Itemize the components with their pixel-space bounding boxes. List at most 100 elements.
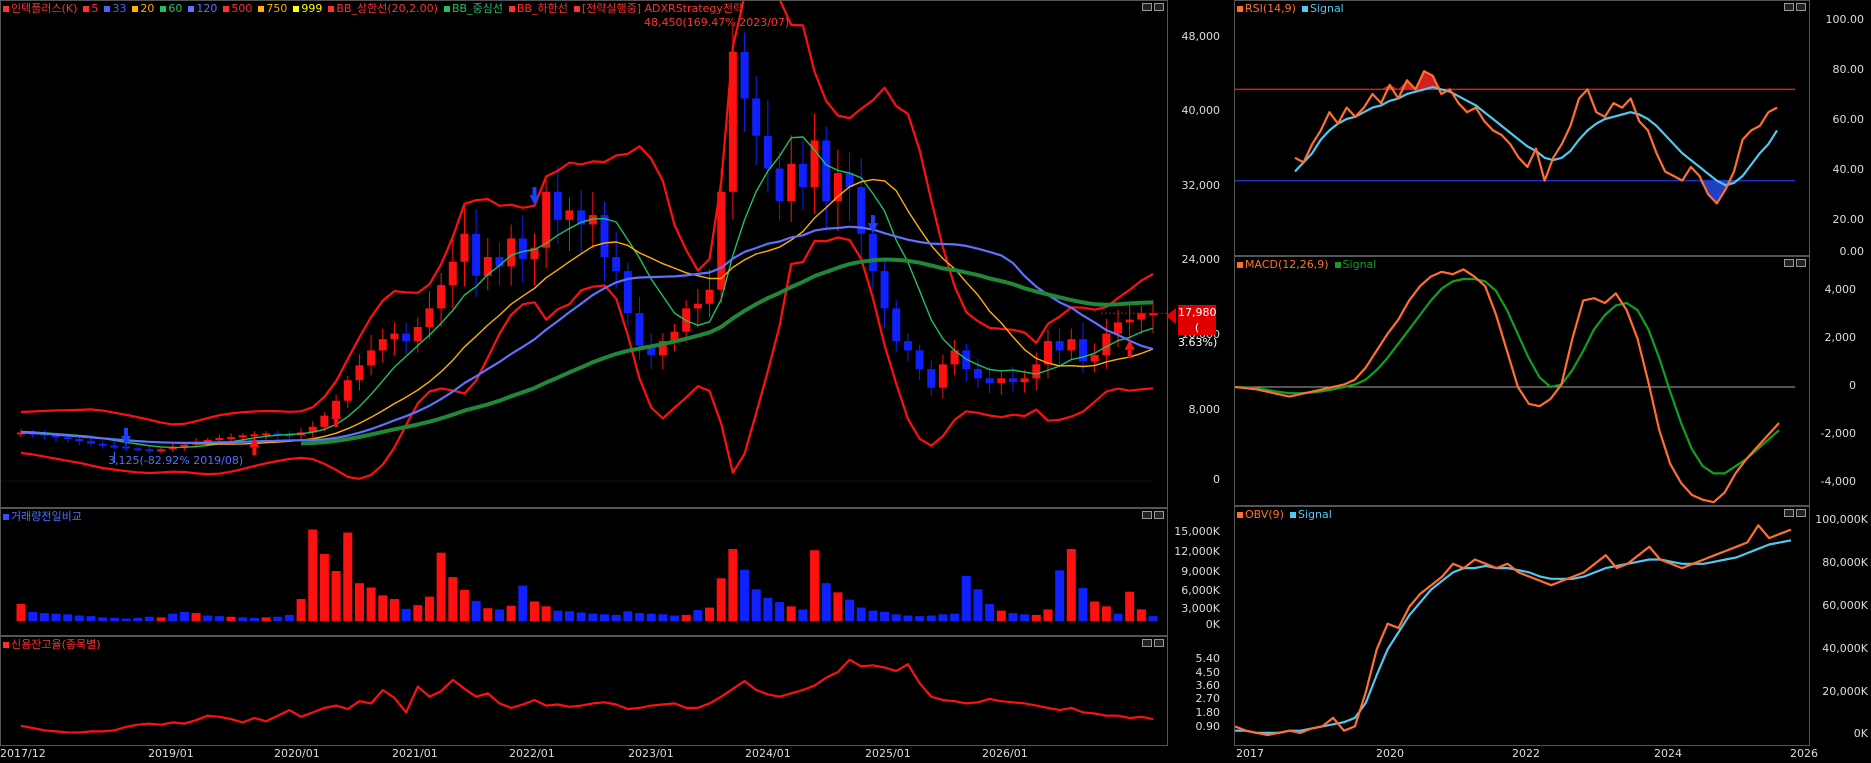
y-tick-label: 48,000 — [1181, 30, 1221, 43]
volume-bar — [763, 597, 773, 621]
x-tick-label: 2026 — [1790, 747, 1818, 760]
legend-item-0: OBV(9) — [1237, 508, 1284, 521]
x-tick-label: 2023/01 — [628, 747, 674, 760]
legend-item-7: 750 — [258, 2, 287, 15]
low-price-note: 3,125(-82.92% 2019/08) — [108, 454, 244, 467]
candle-body — [938, 364, 947, 388]
y-tick-label: 9,000K — [1181, 565, 1220, 578]
minimize-icon[interactable] — [1142, 3, 1152, 11]
candle-body — [98, 443, 107, 446]
maximize-icon[interactable] — [1796, 259, 1806, 267]
candle-body — [367, 350, 376, 366]
candle-body — [1113, 322, 1122, 334]
legend-swatch-icon — [258, 6, 265, 12]
volume-bar — [226, 616, 236, 621]
legend-swatch-icon — [508, 6, 515, 12]
volume-bar — [424, 596, 434, 621]
sell-arrow-stem — [532, 187, 537, 196]
obv-panel[interactable]: OBV(9) Signal — [1234, 506, 1810, 746]
x-tick-label: 2017/12 — [0, 747, 46, 760]
volume-bar — [261, 617, 271, 621]
credit-line — [20, 658, 1154, 734]
x-tick-label: 2022/01 — [509, 747, 555, 760]
y-tick-label: 80,000K — [1822, 556, 1868, 569]
rsi-canvas[interactable] — [1235, 1, 1810, 256]
minimize-icon[interactable] — [1784, 509, 1794, 517]
candle-body — [1067, 339, 1076, 351]
candle-body — [600, 215, 609, 258]
volume-bar — [529, 601, 539, 621]
volume-panel[interactable]: 거래량전일비교 — [0, 508, 1168, 636]
volume-bar — [39, 613, 49, 621]
volume-bar — [891, 614, 901, 621]
maximize-icon[interactable] — [1154, 511, 1164, 519]
buy-arrow-stem — [334, 418, 339, 427]
y-tick-label: 0.00 — [1839, 245, 1865, 258]
candle-body — [915, 350, 924, 370]
volume-bar — [354, 583, 364, 621]
panel-window-buttons[interactable] — [1784, 259, 1806, 267]
current-price-marker-icon — [1166, 308, 1176, 324]
candle-body — [1102, 333, 1111, 356]
y-tick-label: -2,000 — [1820, 427, 1856, 440]
price-chart-canvas[interactable] — [1, 1, 1168, 508]
minimize-icon[interactable] — [1784, 3, 1794, 11]
price-chart-panel[interactable]: 인텍플러스(K) 5 33 20 60 120 500 750 999 BB_상한선(20,2.0… — [0, 0, 1168, 508]
volume-bar — [74, 615, 84, 621]
maximize-icon[interactable] — [1796, 509, 1806, 517]
minimize-icon[interactable] — [1784, 259, 1794, 267]
panel-window-buttons[interactable] — [1142, 639, 1164, 647]
maximize-icon[interactable] — [1154, 3, 1164, 11]
y-tick-label: 4,000 — [1824, 283, 1857, 296]
volume-bar — [343, 532, 353, 621]
y-tick-label: 2,000 — [1824, 331, 1857, 344]
volume-bar — [588, 613, 598, 621]
candle-body — [553, 191, 562, 220]
volume-bar — [670, 615, 680, 621]
candle-body — [927, 369, 936, 388]
legend-swatch-icon — [132, 6, 139, 12]
volume-bar — [1113, 613, 1123, 621]
volume-bar — [1066, 549, 1076, 621]
volume-bar — [284, 614, 294, 621]
volume-bar — [366, 587, 376, 621]
panel-window-buttons[interactable] — [1784, 3, 1806, 11]
rsi-panel[interactable]: RSI(14,9) Signal — [1234, 0, 1810, 256]
minimize-icon[interactable] — [1142, 639, 1152, 647]
volume-bar — [203, 615, 213, 621]
candle-body — [752, 98, 761, 136]
macd-canvas[interactable] — [1235, 257, 1810, 506]
buy-arrow-stem — [252, 447, 257, 456]
sell-arrow-stem — [870, 215, 875, 224]
obv-canvas[interactable] — [1235, 507, 1810, 746]
candle-body — [822, 140, 831, 202]
panel-window-buttons[interactable] — [1142, 511, 1164, 519]
minimize-icon[interactable] — [1142, 511, 1152, 519]
volume-bar — [868, 610, 878, 621]
credit-panel[interactable]: 신용잔고율(종목별) — [0, 636, 1168, 746]
legend-swatch-icon — [1237, 262, 1243, 268]
candle-body — [250, 434, 259, 437]
x-tick-label: 2020/01 — [274, 747, 320, 760]
legend-item-1: Signal — [1334, 258, 1376, 271]
y-tick-label: 6,000K — [1181, 584, 1220, 597]
panel-window-buttons[interactable] — [1784, 509, 1806, 517]
volume-bar — [576, 612, 586, 621]
credit-canvas[interactable] — [1, 637, 1168, 746]
current-price-badge: 17,980 ( 3.63%) — [1178, 305, 1217, 349]
volume-bar — [1020, 614, 1030, 621]
candle-body — [472, 233, 481, 276]
legend-item-0: 인텍플러스(K) — [3, 2, 77, 15]
maximize-icon[interactable] — [1796, 3, 1806, 11]
volume-bar — [1148, 616, 1158, 621]
y-tick-label: 40.00 — [1832, 163, 1865, 176]
panel-window-buttons[interactable] — [1142, 3, 1164, 11]
macd-panel[interactable]: MACD(12,26,9) Signal — [1234, 256, 1810, 506]
volume-bar — [798, 609, 808, 621]
volume-bar — [740, 569, 750, 621]
volume-bar — [681, 614, 691, 621]
y-tick-label: 20,000K — [1822, 685, 1868, 698]
volume-bar — [1055, 570, 1065, 621]
volume-canvas[interactable] — [1, 509, 1168, 636]
maximize-icon[interactable] — [1154, 639, 1164, 647]
